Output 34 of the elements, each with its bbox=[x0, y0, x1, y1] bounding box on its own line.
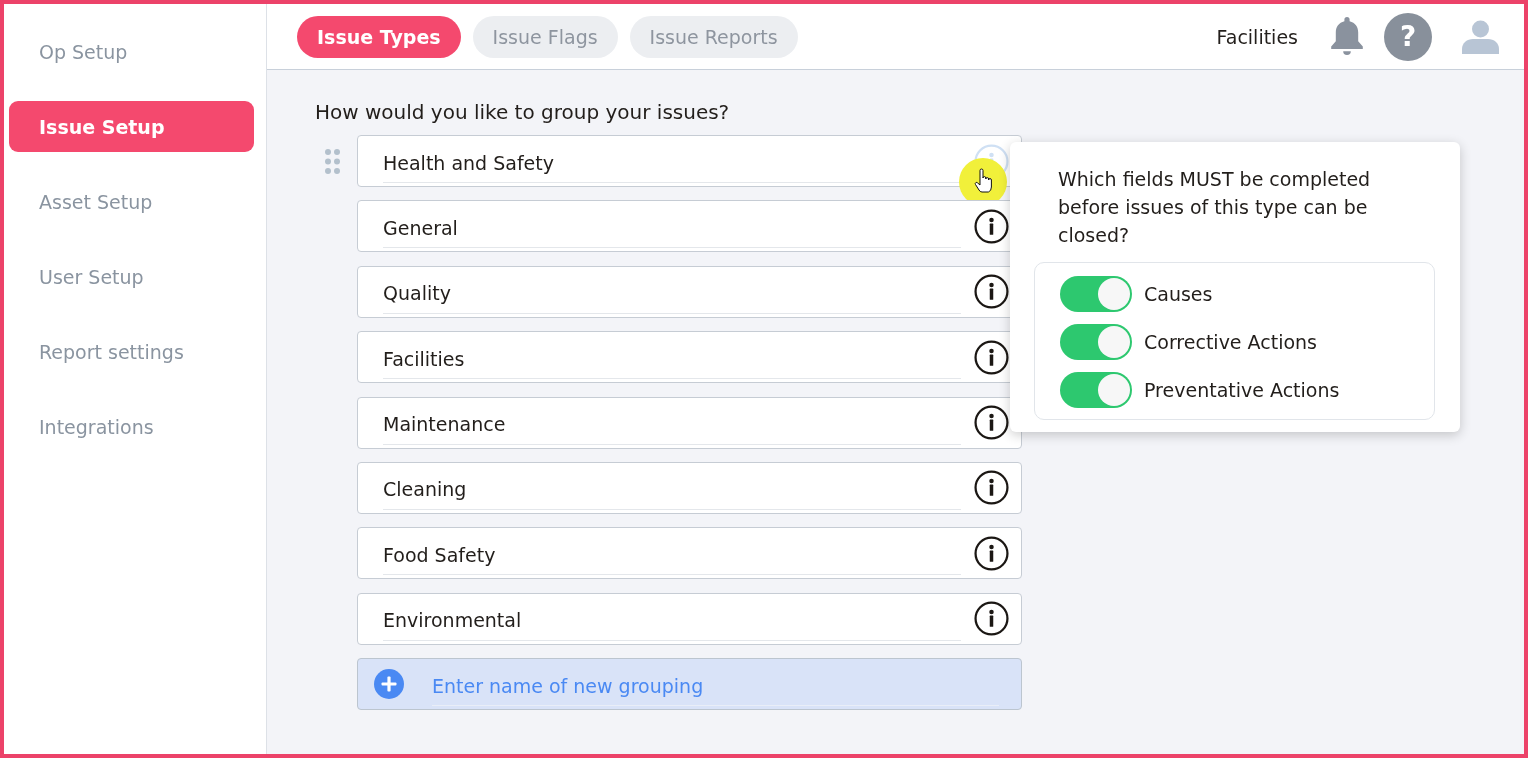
tab[interactable]: Issue Flags bbox=[472, 15, 618, 58]
sidebar-item[interactable]: User Setup bbox=[9, 251, 254, 302]
info-icon[interactable] bbox=[974, 470, 1009, 506]
info-icon[interactable] bbox=[974, 274, 1009, 310]
toggle-label: Corrective Actions bbox=[1144, 331, 1317, 353]
sidebar-item[interactable]: Op Setup bbox=[9, 26, 254, 77]
help-button[interactable]: ? bbox=[1384, 12, 1432, 61]
tab[interactable]: Issue Types bbox=[297, 15, 461, 58]
sidebar-item[interactable]: Integrations bbox=[9, 401, 254, 452]
info-icon[interactable] bbox=[974, 339, 1009, 375]
plus-icon[interactable] bbox=[374, 669, 404, 700]
site-name[interactable]: Facilities bbox=[1216, 25, 1298, 48]
toggle-label: Preventative Actions bbox=[1144, 379, 1340, 401]
sidebar-item[interactable]: Report settings bbox=[9, 326, 254, 377]
sidebar-item[interactable]: Asset Setup bbox=[9, 176, 254, 227]
toggle-switch[interactable] bbox=[1060, 372, 1132, 408]
group-name-field[interactable]: Maintenance bbox=[357, 396, 1022, 449]
info-icon[interactable] bbox=[974, 601, 1009, 637]
group-name-field[interactable]: Food Safety bbox=[357, 527, 1022, 580]
info-icon[interactable] bbox=[974, 208, 1009, 244]
info-icon[interactable] bbox=[974, 535, 1009, 571]
popover-question: Which fields MUST be completed before issues of this type can be closed? bbox=[1058, 167, 1372, 248]
group-name-field[interactable]: Environmental bbox=[357, 592, 1022, 645]
sidebar-item[interactable]: Issue Setup bbox=[9, 101, 254, 152]
toggle-switch[interactable] bbox=[1060, 276, 1132, 312]
bell-icon[interactable] bbox=[1329, 16, 1365, 57]
group-name-field[interactable]: Cleaning bbox=[357, 461, 1022, 514]
new-group-field[interactable]: Enter name of new grouping bbox=[357, 658, 1022, 711]
tab[interactable]: Issue Reports bbox=[629, 15, 798, 58]
toggle-label: Causes bbox=[1144, 283, 1213, 305]
drag-handle-icon[interactable] bbox=[325, 148, 340, 174]
info-icon[interactable] bbox=[974, 405, 1009, 441]
question-text: How would you like to group your issues? bbox=[315, 99, 731, 126]
toggle-switch[interactable] bbox=[1060, 324, 1132, 360]
